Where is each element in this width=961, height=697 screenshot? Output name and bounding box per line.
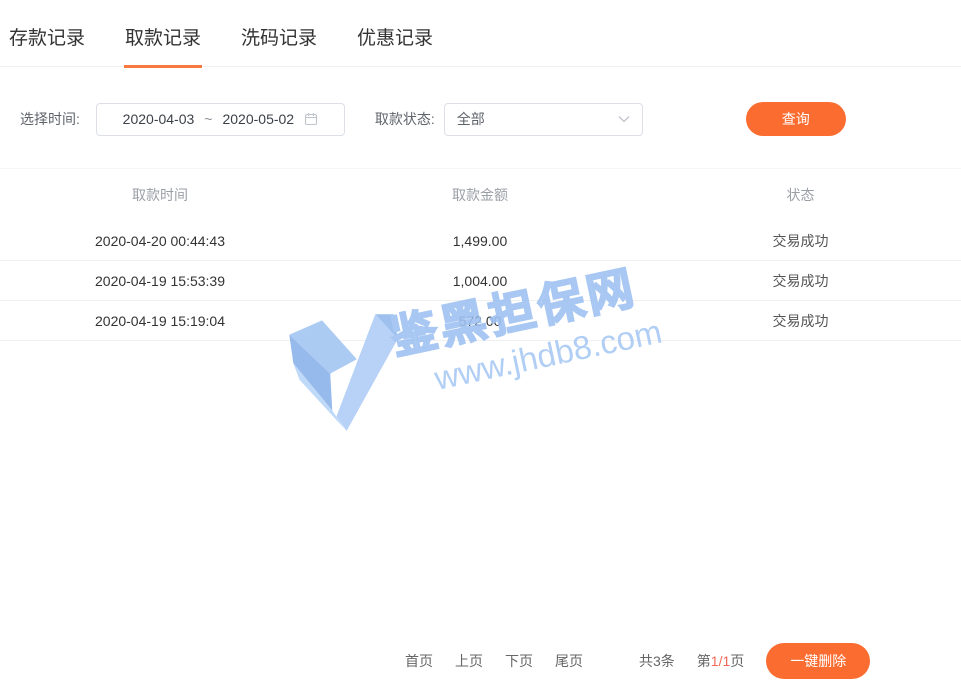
- cell-status: 交易成功: [640, 271, 961, 291]
- status-select-value: 全部: [457, 109, 618, 129]
- calendar-icon: [304, 112, 318, 126]
- time-filter-label: 选择时间:: [20, 109, 80, 129]
- status-filter-label: 取款状态:: [375, 109, 435, 129]
- table-row: 2020-04-20 00:44:43 1,499.00 交易成功: [0, 221, 961, 261]
- tab-promo-records[interactable]: 优惠记录: [356, 17, 434, 68]
- cell-status: 交易成功: [640, 231, 961, 251]
- date-range-separator: ~: [204, 111, 212, 127]
- tab-rebate-records[interactable]: 洗码记录: [240, 17, 318, 68]
- date-range-input[interactable]: 2020-04-03 ~ 2020-05-02: [96, 103, 345, 136]
- date-end-value: 2020-05-02: [222, 111, 294, 127]
- pagination-bar: 首页 上页 下页 尾页 共3条 第1/1页 一键删除: [405, 643, 870, 679]
- cell-amount: 1,004.00: [320, 273, 640, 289]
- table-row: 2020-04-19 15:19:04 572.00 交易成功: [0, 301, 961, 341]
- withdrawal-table: 取款时间 取款金额 状态 2020-04-20 00:44:43 1,499.0…: [0, 168, 961, 341]
- col-header-time: 取款时间: [0, 185, 320, 205]
- chevron-down-icon: [618, 115, 630, 123]
- cell-time: 2020-04-20 00:44:43: [0, 233, 320, 249]
- cell-amount: 1,499.00: [320, 233, 640, 249]
- col-header-status: 状态: [640, 185, 961, 205]
- query-button[interactable]: 查询: [746, 102, 846, 136]
- filter-bar: 选择时间: 2020-04-03 ~ 2020-05-02 取款状态: 全部 查…: [0, 102, 961, 136]
- record-tabbar: 存款记录 取款记录 洗码记录 优惠记录: [0, 0, 961, 67]
- col-header-amount: 取款金额: [320, 185, 640, 205]
- first-page-link[interactable]: 首页: [405, 651, 437, 671]
- total-count-label: 共3条: [639, 651, 675, 671]
- prev-page-link[interactable]: 上页: [455, 651, 487, 671]
- table-row: 2020-04-19 15:53:39 1,004.00 交易成功: [0, 261, 961, 301]
- tab-withdrawal-records[interactable]: 取款记录: [124, 17, 202, 68]
- cell-time: 2020-04-19 15:53:39: [0, 273, 320, 289]
- delete-all-button[interactable]: 一键删除: [766, 643, 870, 679]
- page-indicator: 第1/1页: [697, 651, 744, 671]
- last-page-link[interactable]: 尾页: [555, 651, 587, 671]
- cell-amount: 572.00: [320, 313, 640, 329]
- status-select[interactable]: 全部: [444, 103, 643, 136]
- date-start-value: 2020-04-03: [123, 111, 195, 127]
- current-page-number: 1: [711, 653, 719, 669]
- next-page-link[interactable]: 下页: [505, 651, 537, 671]
- tab-deposit-records[interactable]: 存款记录: [8, 17, 86, 68]
- cell-status: 交易成功: [640, 311, 961, 331]
- table-header-row: 取款时间 取款金额 状态: [0, 169, 961, 221]
- cell-time: 2020-04-19 15:19:04: [0, 313, 320, 329]
